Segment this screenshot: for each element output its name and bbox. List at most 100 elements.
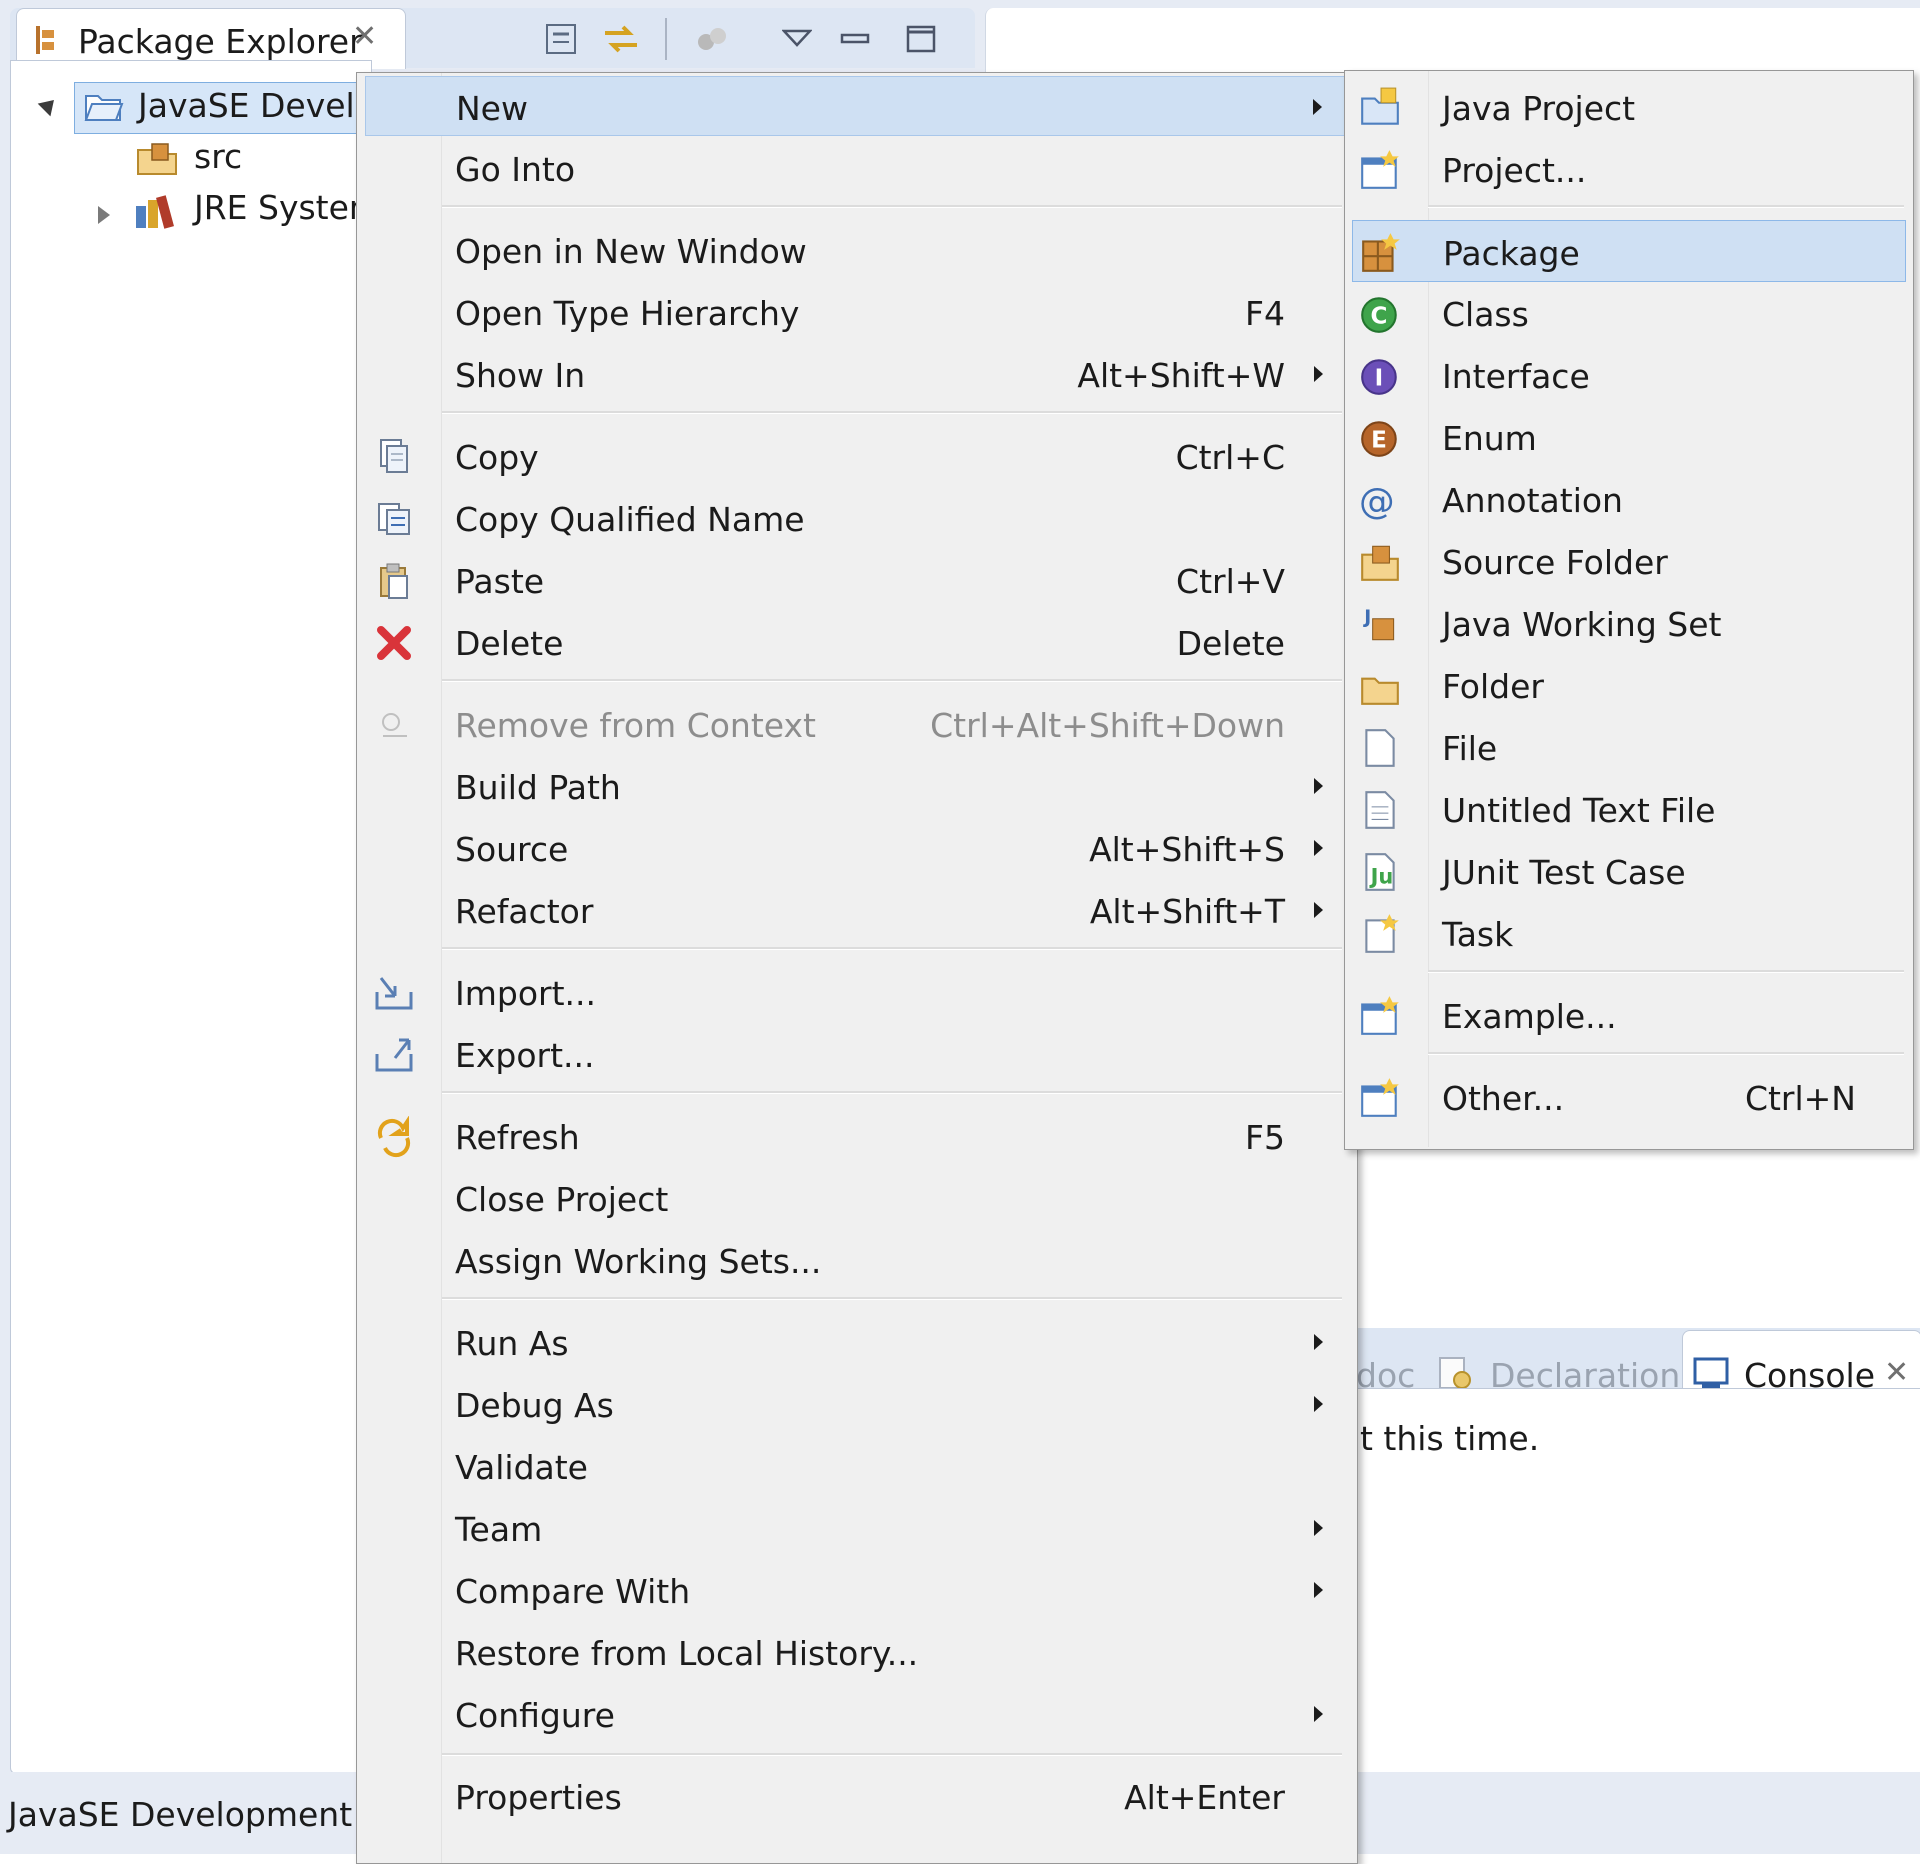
submenu-arrow-icon (1314, 1582, 1323, 1598)
new-submenu-item-label: Other... (1442, 1079, 1565, 1118)
menu-item-shortcut: Ctrl+V (1176, 562, 1285, 601)
menu-item-label: Go Into (455, 150, 576, 189)
menu-item-open-in-new-window[interactable]: Open in New Window (365, 220, 1345, 280)
close-view-icon[interactable]: ✕ (352, 22, 377, 52)
menu-item-go-into[interactable]: Go Into (365, 138, 1345, 198)
menu-item-shortcut: Ctrl+Alt+Shift+Down (930, 706, 1285, 745)
menu-item-team[interactable]: Team (365, 1498, 1345, 1558)
menu-item-label: Paste (455, 562, 545, 601)
new-submenu-item-class[interactable]: C Class (1352, 282, 1906, 344)
new-submenu-item-untitled-text-file[interactable]: Untitled Text File (1352, 778, 1906, 840)
menu-item-build-path[interactable]: Build Path (365, 756, 1345, 816)
focus-on-active-task-icon[interactable] (692, 20, 734, 58)
new-submenu-item-label: Source Folder (1442, 543, 1668, 582)
submenu-separator (1428, 205, 1904, 208)
new-submenu-item-file[interactable]: File (1352, 716, 1906, 778)
new-submenu-item-folder[interactable]: Folder (1352, 654, 1906, 716)
svg-text:I: I (1375, 365, 1384, 391)
new-submenu-item-package[interactable]: Package (1352, 220, 1906, 282)
view-menu-icon[interactable] (776, 20, 818, 58)
menu-item-configure[interactable]: Configure (365, 1684, 1345, 1744)
java-project-icon (1361, 87, 1399, 125)
example-icon (1361, 996, 1399, 1035)
console-message: t this time. (1360, 1419, 1540, 1458)
menu-item-label: Source (455, 830, 569, 869)
source-folder-icon (1361, 545, 1399, 581)
new-submenu-item-task[interactable]: Task (1352, 902, 1906, 964)
menu-item-shortcut: Alt+Shift+T (1089, 892, 1285, 931)
menu-separator (442, 679, 1342, 682)
menu-separator (442, 1091, 1342, 1094)
menu-item-label: Assign Working Sets... (455, 1242, 822, 1281)
new-submenu-item-example[interactable]: Example... (1352, 984, 1906, 1046)
svg-text:Ju: Ju (1369, 865, 1394, 889)
new-submenu-item-interface[interactable]: I Interface (1352, 344, 1906, 406)
menu-item-source[interactable]: Source Alt+Shift+S (365, 818, 1345, 878)
new-submenu-item-java-working-set[interactable]: J Java Working Set (1352, 592, 1906, 654)
maximize-icon[interactable] (900, 20, 942, 58)
menu-item-label: Restore from Local History... (455, 1634, 919, 1673)
status-bar-text: JavaSE Development (8, 1795, 353, 1834)
submenu-separator (1428, 1052, 1904, 1055)
menu-item-new[interactable]: New (365, 76, 1345, 136)
menu-item-open-type-hierarchy[interactable]: Open Type Hierarchy F4 (365, 282, 1345, 342)
working-set-icon: J (1362, 607, 1395, 641)
submenu-separator (1428, 970, 1904, 973)
menu-separator (442, 947, 1342, 950)
collapse-all-icon[interactable] (540, 20, 582, 58)
new-submenu-item-source-folder[interactable]: Source Folder (1352, 530, 1906, 592)
menu-item-delete[interactable]: Delete Delete (365, 612, 1345, 672)
menu-item-export[interactable]: Export... (365, 1024, 1345, 1084)
new-submenu-item-enum[interactable]: E Enum (1352, 406, 1906, 468)
new-submenu-item-project[interactable]: Project... (1352, 138, 1906, 200)
tree-item-src[interactable]: src (194, 137, 242, 187)
minimize-icon[interactable] (834, 20, 876, 58)
menu-item-label: Debug As (455, 1386, 614, 1425)
menu-item-label: Show In (455, 356, 586, 395)
new-submenu-item-java-project[interactable]: Java Project (1352, 76, 1906, 138)
menu-item-label: New (456, 89, 528, 128)
menu-item-import[interactable]: Import... (365, 962, 1345, 1022)
menu-item-paste[interactable]: Paste Ctrl+V (365, 550, 1345, 610)
menu-item-close-project[interactable]: Close Project (365, 1168, 1345, 1228)
menu-item-restore-from-local-history[interactable]: Restore from Local History... (365, 1622, 1345, 1682)
new-submenu-item-other[interactable]: Other... Ctrl+N (1352, 1066, 1906, 1128)
svg-text:E: E (1371, 427, 1387, 453)
new-submenu-item-label: Project... (1442, 151, 1587, 190)
other-icon (1361, 1078, 1399, 1117)
menu-item-copy[interactable]: Copy Ctrl+C (365, 426, 1345, 486)
menu-item-refactor[interactable]: Refactor Alt+Shift+T (365, 880, 1345, 940)
menu-item-shortcut: Alt+Enter (1124, 1778, 1285, 1817)
java-project-folder-icon (84, 95, 124, 121)
menu-item-label: Export... (455, 1036, 595, 1075)
menu-item-shortcut: Delete (1176, 624, 1285, 663)
menu-separator (442, 205, 1342, 208)
menu-item-show-in[interactable]: Show In Alt+Shift+W (365, 344, 1345, 404)
menu-item-properties[interactable]: Properties Alt+Enter (365, 1766, 1345, 1826)
tree-item-jre-system[interactable]: JRE System (194, 188, 381, 238)
new-submenu-item-annotation[interactable]: @ Annotation (1352, 468, 1906, 530)
menu-item-debug-as[interactable]: Debug As (365, 1374, 1345, 1434)
submenu-arrow-icon (1314, 1396, 1323, 1412)
submenu-arrow-icon (1314, 366, 1323, 382)
close-console-icon[interactable]: ✕ (1884, 1358, 1909, 1388)
new-submenu-item-junit-test-case[interactable]: Ju JUnit Test Case (1352, 840, 1906, 902)
svg-text:J: J (1362, 607, 1371, 628)
menu-item-validate[interactable]: Validate (365, 1436, 1345, 1496)
collapsed-arrow-icon[interactable] (98, 206, 110, 224)
link-with-editor-icon[interactable] (600, 20, 642, 58)
menu-item-label: Run As (455, 1324, 569, 1363)
menu-item-compare-with[interactable]: Compare With (365, 1560, 1345, 1620)
menu-item-assign-working-sets[interactable]: Assign Working Sets... (365, 1230, 1345, 1290)
new-submenu-item-label: JUnit Test Case (1442, 853, 1686, 892)
menu-item-refresh[interactable]: Refresh F5 (365, 1106, 1345, 1166)
new-submenu-item-label: Java Project (1442, 89, 1636, 128)
menu-item-run-as[interactable]: Run As (365, 1312, 1345, 1372)
menu-item-copy-qualified-name[interactable]: Copy Qualified Name (365, 488, 1345, 548)
annotation-icon: @ (1359, 482, 1395, 522)
submenu-arrow-icon (1314, 778, 1323, 794)
new-submenu-item-label: Annotation (1442, 481, 1623, 520)
submenu-arrow-icon (1314, 902, 1323, 918)
import-icon (375, 977, 413, 1010)
new-submenu-item-label: Interface (1442, 357, 1590, 396)
